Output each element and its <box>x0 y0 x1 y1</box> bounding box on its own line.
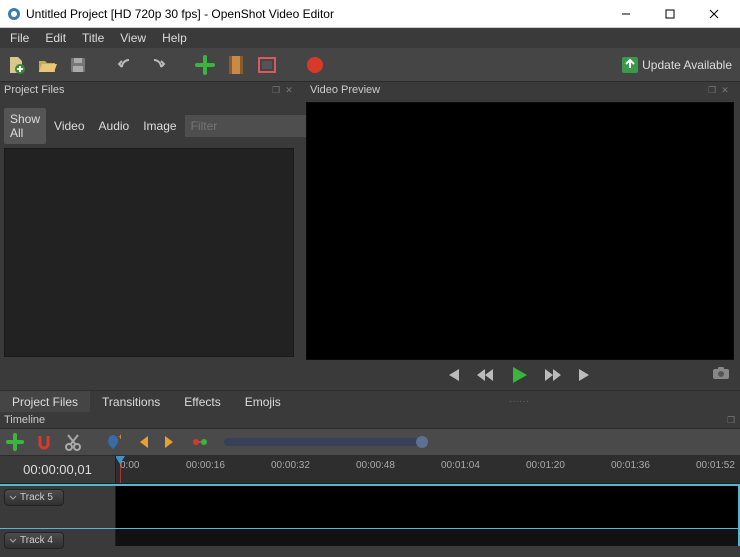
tab-transitions[interactable]: Transitions <box>90 391 172 412</box>
next-marker-button[interactable] <box>160 431 182 453</box>
timeline-ruler-row: 00:00:00,01 0:00 00:00:16 00:00:32 00:00… <box>0 456 740 484</box>
choose-profile-button[interactable] <box>224 53 248 77</box>
window-title: Untitled Project [HD 720p 30 fps] - Open… <box>26 7 604 21</box>
timeline-panel-header: Timeline ❐ <box>0 412 740 428</box>
rewind-button[interactable] <box>475 367 495 383</box>
panel-float-icon[interactable]: ❐ <box>271 85 281 95</box>
chevron-down-icon <box>9 537 17 545</box>
timeline-tracks: Track 5 Track 4 <box>0 484 740 546</box>
window-titlebar: Untitled Project [HD 720p 30 fps] - Open… <box>0 0 740 28</box>
center-playhead-button[interactable] <box>189 431 211 453</box>
track-area[interactable] <box>116 529 740 546</box>
video-preview-panel <box>298 98 740 360</box>
panel-close-icon[interactable]: ✕ <box>284 85 294 95</box>
project-files-list[interactable] <box>4 148 294 357</box>
video-preview-area[interactable] <box>306 102 734 360</box>
update-available-button[interactable]: Update Available <box>618 57 736 73</box>
tab-effects[interactable]: Effects <box>172 391 232 412</box>
undo-button[interactable] <box>114 53 138 77</box>
window-minimize-button[interactable] <box>604 0 648 28</box>
project-files-panel-title: Project Files <box>4 84 65 96</box>
track-header[interactable]: Track 4 <box>0 529 116 546</box>
track-row: Track 4 <box>0 528 740 546</box>
jump-start-button[interactable] <box>443 367 461 383</box>
add-marker-button[interactable]: + <box>102 431 124 453</box>
update-icon <box>622 57 638 73</box>
track-row: Track 5 <box>0 484 740 528</box>
filter-show-all[interactable]: Show All <box>4 108 46 144</box>
ruler-tick: 00:01:04 <box>441 460 480 471</box>
menu-help[interactable]: Help <box>154 28 195 48</box>
track-area[interactable] <box>116 486 740 528</box>
tab-emojis[interactable]: Emojis <box>233 391 293 412</box>
track-header[interactable]: Track 5 <box>0 486 116 528</box>
track-label: Track 5 <box>20 492 53 503</box>
playback-controls <box>298 360 740 390</box>
import-files-button[interactable] <box>193 53 217 77</box>
main-toolbar: Update Available <box>0 48 740 82</box>
panel-float-icon[interactable]: ❐ <box>707 85 717 95</box>
ruler-tick: 00:00:32 <box>271 460 310 471</box>
svg-text:+: + <box>118 433 121 442</box>
ruler-tick: 00:00:48 <box>356 460 395 471</box>
project-files-panel: Show All Video Audio Image <box>0 98 298 360</box>
menu-view[interactable]: View <box>112 28 154 48</box>
add-track-button[interactable] <box>4 431 26 453</box>
redo-button[interactable] <box>145 53 169 77</box>
splitter-handle[interactable]: ······ <box>298 391 740 412</box>
timeline-toolbar: + <box>0 428 740 456</box>
menu-bar: File Edit Title View Help <box>0 28 740 48</box>
ruler-tick: 00:00:16 <box>186 460 225 471</box>
window-maximize-button[interactable] <box>648 0 692 28</box>
fast-forward-button[interactable] <box>543 367 563 383</box>
ruler-tick: 00:01:52 <box>696 460 735 471</box>
fullscreen-button[interactable] <box>255 53 279 77</box>
timeline-ruler[interactable]: 0:00 00:00:16 00:00:32 00:00:48 00:01:04… <box>116 456 740 483</box>
panel-float-icon[interactable]: ❐ <box>726 415 736 425</box>
menu-edit[interactable]: Edit <box>37 28 74 48</box>
chevron-down-icon <box>9 494 17 502</box>
window-close-button[interactable] <box>692 0 736 28</box>
snapshot-icon[interactable] <box>712 366 730 380</box>
razor-button[interactable] <box>62 431 84 453</box>
ruler-tick: 00:01:20 <box>526 460 565 471</box>
zoom-slider-handle[interactable] <box>416 436 428 448</box>
save-project-button[interactable] <box>66 53 90 77</box>
menu-title[interactable]: Title <box>74 28 112 48</box>
zoom-slider[interactable] <box>224 438 424 446</box>
track-label: Track 4 <box>20 535 53 546</box>
timeline-panel-title: Timeline <box>4 414 45 426</box>
ruler-tick: 0:00 <box>120 460 139 471</box>
tab-project-files[interactable]: Project Files <box>0 391 90 412</box>
jump-end-button[interactable] <box>577 367 595 383</box>
lower-tab-row: Project Files Transitions Effects Emojis… <box>0 390 740 412</box>
panel-close-icon[interactable]: ✕ <box>720 85 730 95</box>
new-project-button[interactable] <box>4 53 28 77</box>
open-project-button[interactable] <box>35 53 59 77</box>
filter-audio[interactable]: Audio <box>93 115 136 137</box>
update-label: Update Available <box>642 58 732 72</box>
ruler-tick: 00:01:36 <box>611 460 650 471</box>
panel-headers: Project Files ❐ ✕ Video Preview ❐ ✕ <box>0 82 740 98</box>
timeline-timecode: 00:00:00,01 <box>0 456 116 483</box>
filter-video[interactable]: Video <box>48 115 90 137</box>
main-area: Show All Video Audio Image <box>0 98 740 360</box>
snapping-button[interactable] <box>33 431 55 453</box>
previous-marker-button[interactable] <box>131 431 153 453</box>
video-preview-panel-title: Video Preview <box>310 84 380 96</box>
export-video-button[interactable] <box>303 53 327 77</box>
filter-image[interactable]: Image <box>137 115 182 137</box>
app-icon <box>6 6 22 22</box>
menu-file[interactable]: File <box>2 28 37 48</box>
play-button[interactable] <box>509 365 529 385</box>
